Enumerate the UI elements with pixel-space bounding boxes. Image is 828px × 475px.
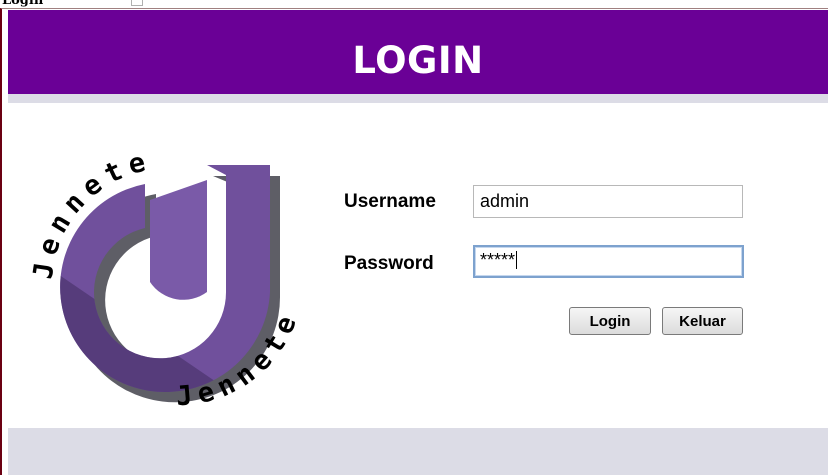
text-caret xyxy=(516,251,518,269)
logo-inner-stripe xyxy=(150,180,207,300)
login-button-label: Login xyxy=(589,312,631,330)
broken-image-icon xyxy=(131,0,143,6)
exit-button-label: Keluar xyxy=(679,312,726,330)
exit-button[interactable]: Keluar xyxy=(662,307,743,335)
password-value: ***** xyxy=(480,250,516,270)
username-field[interactable]: admin xyxy=(473,185,743,218)
jennete-logo: Jennete Jennete xyxy=(28,145,299,412)
header-banner: LOGIN xyxy=(8,10,828,94)
page-title-fragment: Login xyxy=(2,0,44,8)
username-value: admin xyxy=(480,191,530,211)
username-label: Username xyxy=(344,191,436,212)
login-button[interactable]: Login xyxy=(569,307,651,335)
password-label: Password xyxy=(344,253,434,274)
header-divider xyxy=(8,94,828,103)
password-field[interactable]: ***** xyxy=(473,245,744,278)
footer-bar xyxy=(8,428,828,475)
page-title: LOGIN xyxy=(352,38,484,82)
browser-strip: Login xyxy=(0,0,828,8)
